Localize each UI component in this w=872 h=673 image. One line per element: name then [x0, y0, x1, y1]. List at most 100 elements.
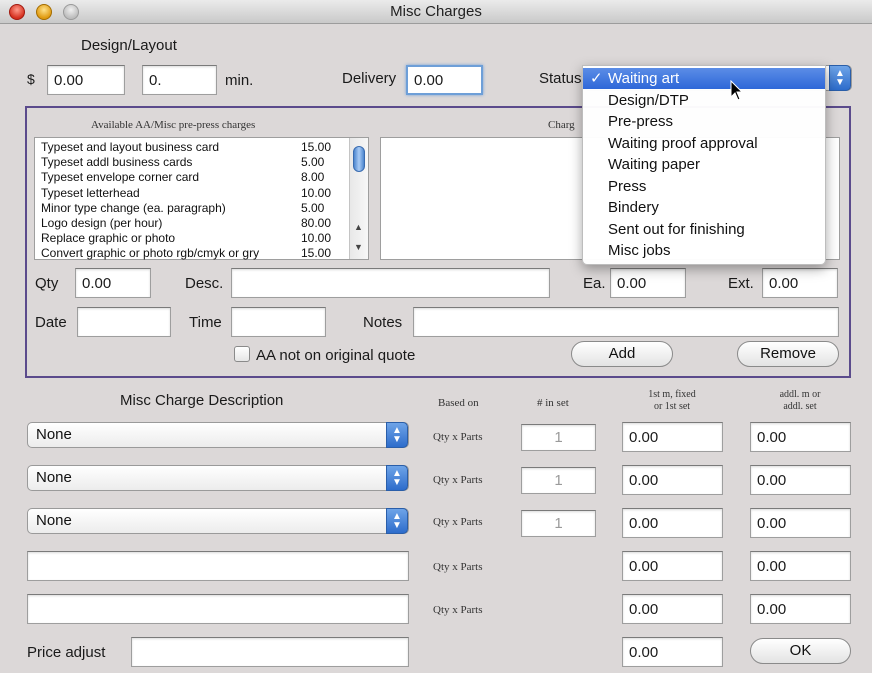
- first-set-input[interactable]: [622, 508, 723, 538]
- first-set-input[interactable]: [622, 465, 723, 495]
- status-menu-item-label: Press: [608, 177, 647, 195]
- desc-label: Desc.: [185, 275, 224, 292]
- available-charge-item[interactable]: Replace graphic or photo 10.00: [41, 231, 341, 246]
- charge-item-amount: 15.00: [301, 140, 332, 154]
- delivery-input[interactable]: [406, 65, 483, 95]
- status-menu-item-label: Waiting art: [608, 70, 680, 87]
- scroll-thumb[interactable]: [353, 146, 365, 172]
- remove-button[interactable]: Remove: [737, 341, 839, 367]
- misc-desc-input[interactable]: [27, 594, 409, 624]
- date-input[interactable]: [77, 307, 171, 337]
- misc-desc-value: None: [36, 469, 72, 486]
- date-label: Date: [35, 314, 67, 331]
- addl-set-input[interactable]: [750, 594, 851, 624]
- available-charge-item[interactable]: Typeset letterhead 10.00: [41, 186, 341, 201]
- add-button[interactable]: Add: [571, 341, 673, 367]
- available-charge-item[interactable]: Minor type change (ea. paragraph) 5.00: [41, 201, 341, 216]
- status-menu-item[interactable]: ✓ Waiting art: [583, 68, 825, 89]
- status-menu-item-label: Sent out for finishing: [608, 220, 745, 238]
- notes-input[interactable]: [413, 307, 839, 337]
- title-bar: Misc Charges: [0, 0, 872, 24]
- based-on-value: Qty x Parts: [433, 604, 483, 616]
- ok-button[interactable]: OK: [750, 638, 851, 664]
- ea-input[interactable]: [610, 268, 686, 298]
- status-menu-item[interactable]: Misc jobs: [583, 240, 825, 261]
- status-label: Status: [539, 70, 582, 87]
- ext-input[interactable]: [762, 268, 838, 298]
- status-menu-item-label: Design/DTP: [608, 91, 689, 109]
- price-adjust-input[interactable]: [131, 637, 409, 667]
- status-menu-item-label: Waiting proof approval: [608, 134, 758, 152]
- ext-label: Ext.: [728, 275, 754, 292]
- charge-item-amount: 80.00: [301, 216, 332, 230]
- price-adjust-amount-input[interactable]: [622, 637, 723, 667]
- aa-not-on-quote-label: AA not on original quote: [256, 347, 416, 364]
- in-set-input[interactable]: [521, 424, 596, 451]
- misc-desc-popup[interactable]: None ▲ ▼: [27, 465, 409, 491]
- available-charge-item[interactable]: Typeset envelope corner card 8.00: [41, 170, 341, 185]
- addl-set-input[interactable]: [750, 422, 851, 452]
- charge-item-desc: Typeset addl business cards: [41, 155, 193, 170]
- popup-arrows-icon: ▲ ▼: [386, 465, 408, 491]
- status-menu-item[interactable]: Press: [583, 176, 825, 197]
- available-charge-item[interactable]: Typeset and layout business card 15.00: [41, 140, 341, 155]
- first-set-header-line1: 1st m, fixed: [648, 389, 696, 400]
- status-menu-item-label: Misc jobs: [608, 242, 671, 259]
- based-on-value: Qty x Parts: [433, 561, 483, 573]
- time-input[interactable]: [231, 307, 326, 337]
- design-amount-input[interactable]: [47, 65, 125, 95]
- aa-not-on-quote-checkbox[interactable]: [234, 346, 250, 362]
- addl-set-input[interactable]: [750, 551, 851, 581]
- scroll-down-icon[interactable]: ▼: [354, 242, 363, 252]
- available-charge-item[interactable]: Convert graphic or photo rgb/cmyk or gry…: [41, 246, 341, 261]
- charge-item-desc: Typeset letterhead: [41, 185, 140, 200]
- misc-desc-input[interactable]: [27, 551, 409, 581]
- based-on-value: Qty x Parts: [433, 474, 483, 486]
- scroll-up-icon[interactable]: ▲: [354, 222, 363, 232]
- misc-desc-popup[interactable]: None ▲ ▼: [27, 508, 409, 534]
- addl-set-input[interactable]: [750, 508, 851, 538]
- based-on-header: Based on: [438, 397, 479, 409]
- status-menu-item[interactable]: Sent out for finishing: [583, 219, 825, 240]
- checkmark-icon: ✓: [590, 70, 603, 87]
- popup-arrows-icon: ▲ ▼: [386, 422, 408, 448]
- status-menu-item[interactable]: Design/DTP: [583, 90, 825, 111]
- qty-label: Qty: [35, 275, 59, 292]
- popup-arrows-icon: ▲ ▼: [386, 508, 408, 534]
- charges-heading: Charg: [548, 119, 575, 131]
- available-charges-list[interactable]: Typeset and layout business card 15.00 Typ…: [34, 137, 369, 260]
- design-minutes-input[interactable]: [142, 65, 217, 95]
- charge-item-amount: 5.00: [301, 200, 325, 215]
- desc-input[interactable]: [231, 268, 550, 298]
- minutes-unit-label: min.: [225, 72, 254, 89]
- available-charge-item[interactable]: Logo design (per hour) 80.00: [41, 216, 341, 231]
- charge-item-amount: 10.00: [301, 231, 332, 246]
- status-menu: ✓ Waiting art Design/DTP Pre-press Waiting p…: [582, 65, 826, 265]
- design-layout-heading: Design/Layout: [81, 37, 177, 54]
- in-set-header: # in set: [537, 397, 569, 409]
- delivery-label: Delivery: [342, 70, 397, 87]
- first-set-input[interactable]: [622, 422, 723, 452]
- status-menu-item[interactable]: Bindery: [583, 197, 825, 218]
- status-menu-item[interactable]: Waiting paper: [583, 154, 825, 175]
- qty-input[interactable]: [75, 268, 151, 298]
- charge-item-desc: Typeset and layout business card: [41, 140, 220, 154]
- first-set-header-line2: or 1st set: [653, 401, 691, 412]
- status-menu-item[interactable]: Pre-press: [583, 111, 825, 132]
- available-charge-item[interactable]: Typeset addl business cards 5.00: [41, 155, 341, 170]
- first-set-input[interactable]: [622, 551, 723, 581]
- status-menu-item-label: Waiting paper: [608, 156, 700, 173]
- status-menu-item-label: Pre-press: [608, 113, 674, 130]
- first-set-input[interactable]: [622, 594, 723, 624]
- addl-set-header-line2: addl. set: [783, 401, 817, 412]
- in-set-input[interactable]: [521, 467, 596, 494]
- available-charges-heading: Available AA/Misc pre-press charges: [91, 119, 256, 131]
- time-label: Time: [189, 314, 222, 331]
- misc-desc-popup[interactable]: None ▲ ▼: [27, 422, 409, 448]
- status-menu-item[interactable]: Waiting proof approval: [583, 133, 825, 154]
- list-scrollbar[interactable]: ▲ ▼: [349, 138, 368, 259]
- mouse-pointer-icon: [730, 80, 744, 101]
- misc-desc-header: Misc Charge Description: [120, 392, 284, 409]
- addl-set-input[interactable]: [750, 465, 851, 495]
- in-set-input[interactable]: [521, 510, 596, 537]
